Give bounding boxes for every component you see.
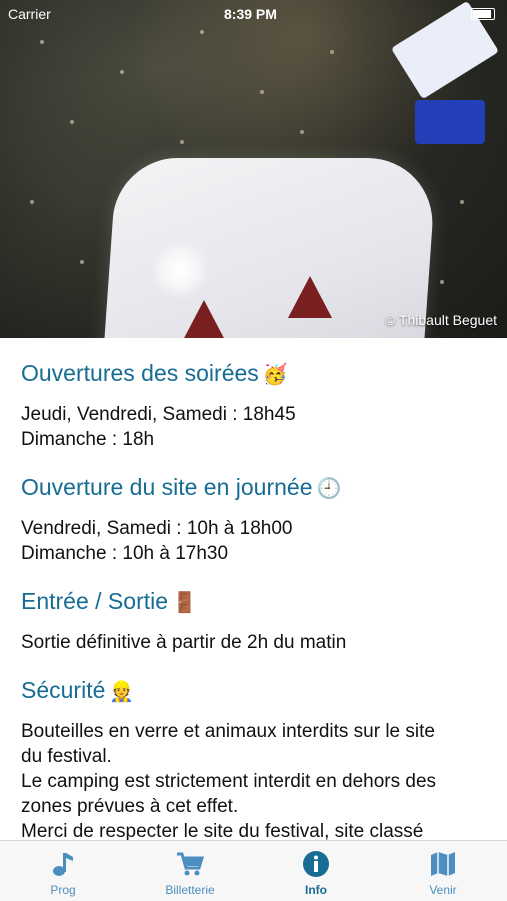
- carrier-label: Carrier: [8, 6, 51, 22]
- section-day-opening: Ouverture du site en journée 🕘 Vendredi, …: [21, 472, 491, 566]
- tab-billetterie[interactable]: Billetterie: [127, 841, 253, 901]
- crowd-dot: [260, 90, 264, 94]
- crowd-dot: [440, 280, 444, 284]
- tab-label: Info: [305, 883, 327, 897]
- crowd-dot: [30, 200, 34, 204]
- section-line: Sortie définitive à partir de 2h du mati…: [21, 632, 347, 653]
- crowd-dot: [300, 130, 304, 134]
- clock-icon: 🕘: [316, 478, 342, 500]
- section-line: Jeudi, Vendredi, Samedi : 18h45: [21, 404, 296, 425]
- crowd-dot: [80, 260, 84, 264]
- map-icon: [431, 852, 455, 876]
- section-line: Vendredi, Samedi : 10h à 18h00: [21, 518, 293, 539]
- main-tent: [98, 158, 438, 338]
- crowd-dot: [120, 70, 124, 74]
- section-line: du festival.: [21, 746, 112, 767]
- blue-tent: [415, 100, 485, 144]
- section-line: zones prévues à cet effet.: [21, 796, 239, 817]
- status-time: 8:39 PM: [224, 6, 277, 22]
- section-title-text: Ouvertures des soirées: [21, 360, 259, 386]
- tab-info[interactable]: Info: [253, 841, 379, 901]
- photo-credit: © Thibault Beguet: [384, 312, 497, 328]
- tent-spike: [288, 276, 332, 318]
- tab-bar: Prog Billetterie Info Venir: [0, 840, 507, 901]
- section-title: Ouverture du site en journée 🕘: [21, 472, 491, 504]
- section-evening-openings: Ouvertures des soirées 🥳 Jeudi, Vendredi,…: [21, 358, 491, 452]
- crowd-dot: [460, 200, 464, 204]
- tab-label: Venir: [429, 883, 457, 897]
- section-entry-exit: Entrée / Sortie 🚪 Sortie définitive à par…: [21, 586, 491, 655]
- construction-worker-icon: 👷: [109, 681, 135, 703]
- tab-label: Billetterie: [165, 883, 215, 897]
- section-security: Sécurité 👷 Bouteilles en verre et animaux…: [21, 675, 491, 840]
- tab-label: Prog: [50, 883, 76, 897]
- cart-icon: [177, 852, 205, 876]
- tent-spike: [182, 300, 226, 338]
- tab-prog[interactable]: Prog: [0, 841, 126, 901]
- section-title-text: Entrée / Sortie: [21, 588, 169, 614]
- crowd-dot: [70, 120, 74, 124]
- tent-light: [150, 240, 210, 300]
- door-icon: 🚪: [172, 592, 197, 614]
- section-line: Dimanche : 18h: [21, 429, 155, 450]
- section-line: Le camping est strictement interdit en d…: [21, 771, 437, 792]
- info-icon: [303, 851, 329, 877]
- section-line: Dimanche : 10h à 17h30: [21, 543, 229, 564]
- crowd-dot: [40, 40, 44, 44]
- hero-image: Carrier 8:39 PM © Thibault Beguet: [0, 0, 507, 338]
- music-note-icon: [53, 853, 73, 876]
- info-content[interactable]: Ouvertures des soirées 🥳 Jeudi, Vendredi,…: [21, 338, 491, 840]
- crowd-dot: [200, 30, 204, 34]
- tab-venir[interactable]: Venir: [380, 841, 506, 901]
- status-bar: Carrier 8:39 PM: [0, 0, 507, 26]
- section-line: Bouteilles en verre et animaux interdits…: [21, 721, 435, 742]
- section-title: Entrée / Sortie 🚪: [21, 586, 491, 618]
- section-title-text: Sécurité: [21, 677, 106, 703]
- section-title: Ouvertures des soirées 🥳: [21, 358, 491, 390]
- battery-icon: [471, 8, 495, 20]
- section-line: Merci de respecter le site du festival, …: [21, 821, 424, 840]
- party-face-icon: 🥳: [262, 364, 288, 386]
- section-title: Sécurité 👷: [21, 675, 491, 707]
- crowd-dot: [330, 50, 334, 54]
- section-title-text: Ouverture du site en journée: [21, 474, 313, 500]
- crowd-dot: [180, 140, 184, 144]
